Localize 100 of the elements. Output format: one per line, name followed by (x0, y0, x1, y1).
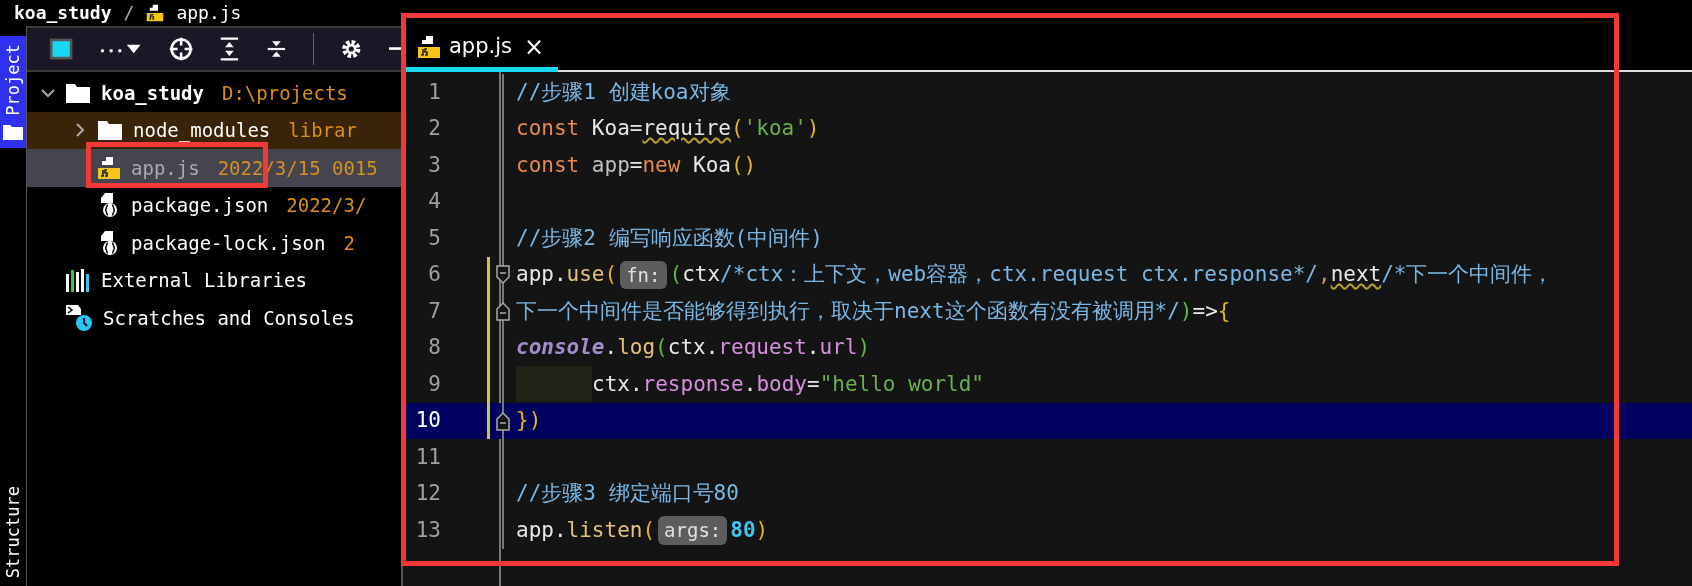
code-token: ( (730, 115, 744, 142)
code-token: 80 (730, 516, 756, 544)
code-token: app. (516, 516, 567, 544)
code-token: const (516, 151, 580, 179)
line-number: 10 (414, 407, 441, 434)
line-number: 3 (427, 151, 441, 179)
tree-item-label: package.json (131, 193, 269, 218)
code-token: const (516, 115, 580, 142)
js-file-icon (97, 155, 121, 180)
tree-item[interactable]: External Libraries (27, 261, 401, 299)
code-token: ctx. (592, 370, 643, 398)
line-number: 2 (427, 115, 441, 142)
close-button[interactable]: × (524, 34, 545, 59)
folder-icon (3, 123, 23, 140)
tree-item-detail: D:\projects (221, 80, 348, 106)
code-token: //步骤3 绑定端口号80 (516, 480, 739, 507)
js-file-icon (417, 34, 441, 59)
tree-item[interactable]: node_modules librar (27, 111, 401, 149)
fold-marker-icon[interactable] (495, 301, 511, 322)
tree-item-detail: 2 (343, 230, 355, 256)
code-token: body (756, 370, 807, 398)
code-token: /*ctx：上下文，web容器，ctx.request ctx.response*/ (720, 261, 1318, 288)
side-tab[interactable]: Project (0, 36, 26, 148)
code-token: ) (857, 334, 871, 361)
folder-icon (97, 119, 123, 142)
minimize-icon[interactable] (388, 46, 401, 52)
code-token: ) (1179, 297, 1193, 325)
code-token: //步骤2 编写响应函数(中间件) (516, 224, 823, 252)
tree-item[interactable]: Scratches and Consoles (27, 299, 401, 337)
line-number: 5 (427, 224, 441, 252)
breadcrumb-item[interactable]: app.js (176, 4, 242, 22)
code-token: ctx (682, 261, 721, 288)
code-token: "hello world" (819, 370, 984, 398)
tree-item-label: app.js (131, 155, 200, 181)
code-token: Koa (692, 151, 731, 179)
tree-item-label: node_modules (133, 118, 271, 144)
code-token: request (718, 334, 807, 361)
code-token: ) (755, 516, 769, 544)
folder-icon (65, 81, 91, 104)
code-token: require (642, 115, 731, 142)
code-token: , (1317, 261, 1331, 288)
locate-icon[interactable] (168, 35, 193, 63)
line-number: 11 (414, 443, 441, 471)
code-token: Koa= (590, 115, 643, 142)
code-token: = (806, 370, 820, 398)
code-token: console (516, 334, 605, 361)
parameter-hint: args: (658, 516, 728, 545)
fold-marker-icon[interactable] (495, 264, 511, 285)
tree-item[interactable]: koa_study D:\projects (27, 74, 401, 112)
code-token: ( (655, 334, 668, 361)
line-number: 13 (414, 516, 441, 544)
breadcrumb-item[interactable]: koa_study (14, 4, 112, 22)
tree-item-detail: 2022/3/ (286, 193, 367, 218)
tree-item-label: package-lock.json (131, 230, 326, 256)
line-number: 12 (414, 480, 441, 507)
code-token: ( (642, 516, 656, 544)
fold-marker-icon[interactable] (495, 410, 511, 431)
code-token: use (566, 261, 605, 288)
code-token: ( (604, 261, 618, 288)
libraries-icon (65, 268, 91, 293)
code-token: => (1192, 297, 1218, 325)
tree-item-label: koa_study (101, 80, 204, 107)
breadcrumb-separator: / (123, 4, 135, 22)
tree-item[interactable]: package.json 2022/3/ (27, 186, 401, 224)
expand-all-icon[interactable] (218, 35, 240, 63)
tree-item-detail: librar (288, 118, 357, 143)
code-token: app. (516, 261, 567, 288)
line-number: 7 (427, 297, 441, 325)
line-number: 4 (427, 188, 441, 215)
tree-item[interactable]: package-lock.json 2 (27, 224, 401, 262)
code-token: url (819, 334, 858, 361)
js-file-icon (146, 4, 165, 22)
code-token: 下一个中间件是否能够得到执行，取决于next这个函数有没有被调用*/ (516, 297, 1180, 325)
code-token: new (642, 151, 681, 179)
code-token: app (590, 151, 630, 179)
code-token: //步骤1 创建koa对象 (516, 78, 731, 106)
line-number: 8 (427, 334, 441, 361)
code-token: ) (806, 115, 820, 142)
code-token: }) (516, 407, 542, 434)
code-token: () (730, 151, 757, 179)
code-token: log (617, 334, 656, 361)
code-token: listen (566, 516, 643, 544)
code-token: . (604, 334, 618, 361)
scratches-icon (65, 303, 93, 332)
code-token: . (806, 334, 820, 361)
code-token: 'koa' (743, 115, 807, 142)
tree-item-label: Scratches and Consoles (103, 305, 355, 331)
window-icon[interactable] (49, 36, 74, 62)
code-token: /*下一个中间件， (1381, 261, 1554, 288)
line-number: 1 (427, 78, 441, 106)
code-token: next (1330, 261, 1382, 288)
tree-item-label: External Libraries (101, 268, 307, 293)
code-token: { (1217, 297, 1231, 325)
parameter-hint: fn: (620, 260, 667, 289)
line-number: 6 (427, 261, 441, 288)
code-token: = (629, 151, 643, 179)
code-token: ( (669, 261, 683, 288)
side-tab[interactable]: Structure (0, 477, 26, 586)
line-number: 9 (427, 370, 441, 398)
code-token: ctx. (667, 334, 719, 361)
